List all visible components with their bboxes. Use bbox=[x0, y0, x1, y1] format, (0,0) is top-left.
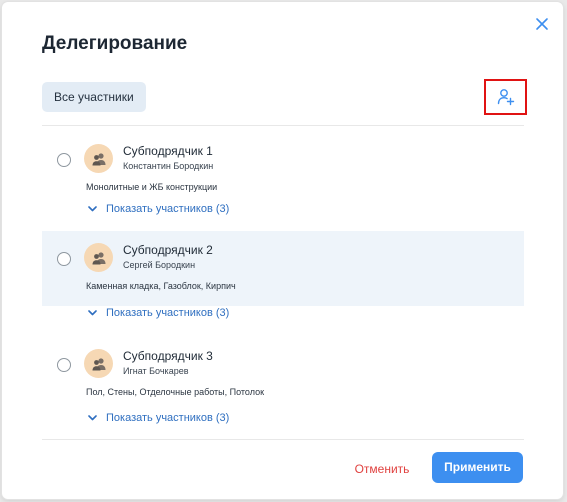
group-users-icon bbox=[92, 357, 105, 370]
item-work-types: Пол, Стены, Отделочные работы, Потолок bbox=[86, 387, 265, 397]
footer-divider bbox=[42, 439, 524, 440]
group-users-icon bbox=[92, 152, 105, 165]
item-work-types: Каменная кладка, Газоблок, Кирпич bbox=[86, 281, 236, 291]
show-participants-link[interactable]: Показать участников (3) bbox=[88, 201, 229, 217]
item-work-types: Монолитные и ЖБ конструкции bbox=[86, 182, 218, 192]
close-icon bbox=[536, 18, 548, 30]
add-user-button[interactable] bbox=[484, 79, 527, 115]
avatar bbox=[84, 144, 113, 173]
show-participants-link[interactable]: Показать участников (3) bbox=[88, 410, 229, 426]
item-person: Сергей Бородкин bbox=[123, 260, 196, 270]
delegation-dialog: Делегирование Все участники Субподрядчик… bbox=[2, 2, 563, 499]
apply-button[interactable]: Применить bbox=[432, 452, 523, 483]
list-item: Субподрядчик 1 Константин Бородкин Монол… bbox=[42, 132, 524, 207]
cancel-button[interactable]: Отменить bbox=[342, 455, 422, 483]
item-name: Субподрядчик 3 bbox=[123, 349, 213, 363]
item-name: Субподрядчик 1 bbox=[123, 144, 213, 158]
chevron-down-icon bbox=[88, 415, 97, 421]
filter-chip-all-participants[interactable]: Все участники bbox=[42, 82, 146, 112]
show-participants-label: Показать участников (3) bbox=[106, 307, 230, 319]
avatar bbox=[84, 349, 113, 378]
group-users-icon bbox=[92, 251, 105, 264]
item-person: Игнат Бочкарев bbox=[123, 366, 189, 376]
avatar bbox=[84, 243, 113, 272]
show-participants-link[interactable]: Показать участников (3) bbox=[88, 305, 229, 321]
select-radio[interactable] bbox=[57, 358, 71, 372]
item-name: Субподрядчик 2 bbox=[123, 243, 213, 257]
top-divider bbox=[42, 125, 524, 126]
select-radio[interactable] bbox=[57, 153, 71, 167]
list-item: Субподрядчик 2 Сергей Бородкин Каменная … bbox=[42, 231, 524, 306]
list-item: Субподрядчик 3 Игнат Бочкарев Пол, Стены… bbox=[42, 337, 524, 412]
dialog-title: Делегирование bbox=[42, 33, 188, 54]
chevron-down-icon bbox=[88, 206, 97, 212]
add-user-icon bbox=[497, 89, 514, 106]
show-participants-label: Показать участников (3) bbox=[106, 203, 230, 215]
chevron-down-icon bbox=[88, 310, 97, 316]
select-radio[interactable] bbox=[57, 252, 71, 266]
item-person: Константин Бородкин bbox=[123, 161, 214, 171]
close-button[interactable] bbox=[535, 17, 551, 33]
show-participants-label: Показать участников (3) bbox=[106, 412, 230, 424]
